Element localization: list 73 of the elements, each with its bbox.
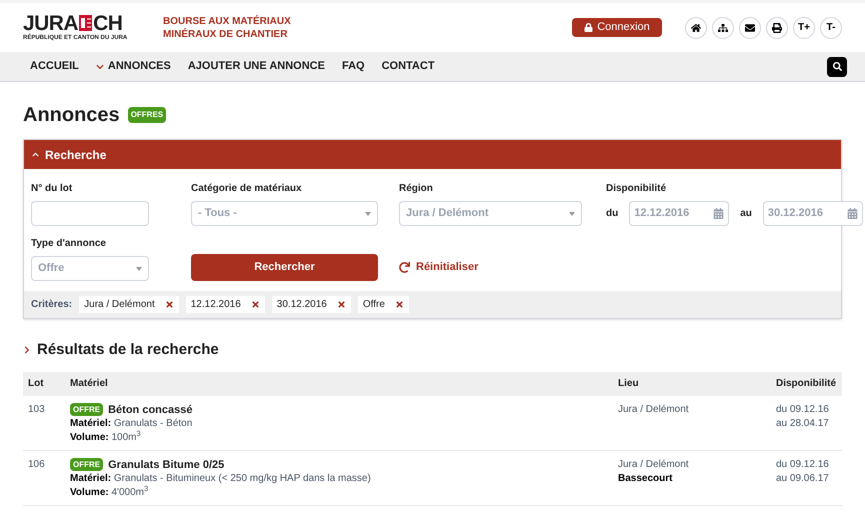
availability-date: du 09.12.16 <box>776 402 830 416</box>
offers-badge: OFFRES <box>128 107 166 123</box>
remove-icon <box>164 300 174 309</box>
page-title: Annonces <box>23 103 120 128</box>
nav-link[interactable]: AJOUTER UNE ANNONCE <box>188 58 325 75</box>
nav-link[interactable]: CONTACT <box>382 58 435 75</box>
login-button[interactable]: Connexion <box>572 18 662 37</box>
logo-text: CH <box>93 12 122 34</box>
calendar-icon <box>846 208 858 219</box>
chevron-down-icon <box>96 62 104 70</box>
calendar-icon <box>713 208 724 219</box>
field-label: Catégorie de matériaux <box>191 182 303 196</box>
reset-icon <box>399 262 410 273</box>
logo-text: JURA <box>23 12 78 34</box>
dropdown-caret-icon <box>136 266 142 270</box>
lot-number: 106 <box>28 458 46 472</box>
availability-date: du 09.12.16 <box>776 458 830 472</box>
volume-text: Volume: 4'000m$^{3}$ <box>70 486 150 500</box>
field-label: Disponibilité <box>606 182 667 196</box>
chevron-right-icon <box>23 346 31 354</box>
criteria-tag[interactable]: 30.12.2016 <box>272 296 351 313</box>
search-submit-button[interactable]: Rechercher <box>191 254 378 281</box>
offer-badge: OFFRE <box>70 458 104 471</box>
text-size-button[interactable]: T+ <box>793 16 815 38</box>
field-label: Type d'annonce <box>31 237 107 251</box>
chevron-up-icon <box>32 151 39 158</box>
field-label: Région <box>399 182 434 196</box>
availability-date: au 28.04.17 <box>776 416 830 430</box>
offer-badge: OFFRE <box>70 403 104 416</box>
lot-number: 103 <box>28 402 46 416</box>
column-header: Matériel <box>70 377 109 391</box>
field-label: au <box>740 207 752 221</box>
place-text: Jura / Delémont <box>618 458 690 472</box>
column-header: Lieu <box>618 377 640 391</box>
search-icon <box>832 62 842 71</box>
search-panel-header[interactable]: Recherche <box>24 140 841 169</box>
lock-icon <box>584 23 594 32</box>
print-icon[interactable] <box>766 16 788 38</box>
search-button[interactable] <box>827 56 847 76</box>
listing-title[interactable]: Granulats Bitume 0/25 <box>108 458 224 472</box>
mail-icon[interactable] <box>739 16 761 38</box>
nav-link[interactable]: ANNONCES <box>96 58 171 75</box>
site-tagline: BOURSE AUX MATÉRIAUX <box>163 14 291 28</box>
lot-input-field[interactable] <box>31 201 149 226</box>
text-size-button[interactable]: T- <box>820 16 842 38</box>
remove-icon <box>336 300 346 309</box>
column-header: Disponibilité <box>776 377 837 391</box>
dropdown-caret-icon <box>569 212 575 216</box>
nav-link[interactable]: FAQ <box>342 58 365 75</box>
criteria-label: Critères: <box>31 298 72 312</box>
dropdown-caret-icon <box>365 212 371 216</box>
material-text: Matériel: Granulats - Béton <box>70 416 194 430</box>
criteria-tag[interactable]: Jura / Delémont <box>79 296 179 313</box>
field-label: du <box>606 207 618 221</box>
sitemap-icon[interactable] <box>712 16 734 38</box>
nav-link[interactable]: ACCUEIL <box>30 58 79 75</box>
place-text: Jura / Delémont <box>618 402 690 416</box>
column-header: Lot <box>28 377 45 391</box>
remove-icon <box>250 300 260 309</box>
availability-date: au 09.06.17 <box>776 472 830 486</box>
section-title: Résultats de la recherche <box>37 340 219 360</box>
criteria-tag[interactable]: Offre <box>358 296 409 313</box>
flag-icon <box>79 15 92 31</box>
site-tagline: MINÉRAUX DE CHANTIER <box>163 28 288 40</box>
place-text: Bassecourt <box>618 472 674 486</box>
reset-button[interactable]: Réinitialiser <box>399 254 585 281</box>
home-icon[interactable] <box>685 16 707 38</box>
criteria-tag[interactable]: 12.12.2016 <box>186 296 265 313</box>
listing-title[interactable]: Béton concassé <box>108 402 192 416</box>
field-label: N° du lot <box>31 182 74 196</box>
remove-icon <box>394 300 404 309</box>
volume-text: Volume: 100m$^{3}$ <box>70 430 142 444</box>
material-text: Matériel: Granulats - Bitumineux (< 250 mg/kg HAP dans la masse) <box>70 472 372 486</box>
